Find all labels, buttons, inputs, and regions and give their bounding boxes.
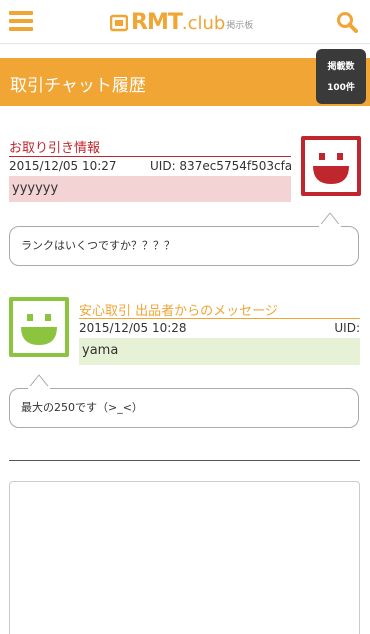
- seller-message-rule: [79, 318, 360, 319]
- app-header: RMT .club 掲示板: [0, 0, 370, 44]
- menu-icon[interactable]: [9, 11, 33, 31]
- bubble-tail-cover: [319, 224, 341, 228]
- logo-club-text: .club: [181, 13, 226, 34]
- trade-info-title: お取り引き情報: [9, 141, 101, 156]
- section-divider: [9, 460, 360, 461]
- listing-count-badge[interactable]: 掲載数 100件: [316, 49, 366, 104]
- seller-avatar: [9, 297, 69, 357]
- trade-info-uid: UID: 837ec5754f503cfa: [150, 159, 291, 173]
- chat-message-bubble: 最大の250です（>_<）: [9, 388, 359, 428]
- trade-info-rule: [9, 156, 291, 157]
- seller-username: yama: [79, 338, 360, 365]
- trade-info-username: yyyyyy: [9, 176, 291, 202]
- page-title: 取引チャット履歴: [10, 76, 146, 96]
- search-icon[interactable]: [336, 11, 358, 33]
- trade-info-date: 2015/12/05 10:27: [9, 159, 117, 173]
- seller-message-uid: UID:: [334, 321, 360, 335]
- smiley-face-icon: [21, 314, 57, 345]
- count-label: 掲載数: [327, 62, 355, 72]
- logo-subtitle: 掲示板: [226, 21, 254, 31]
- seller-message-title: 安心取引 出品者からのメッセージ: [79, 304, 278, 319]
- page-title-bar: 取引チャット履歴: [0, 58, 370, 106]
- count-value: 100件: [327, 83, 355, 93]
- buyer-avatar: [301, 136, 361, 196]
- logo-icon: [110, 14, 128, 32]
- site-logo[interactable]: RMT .club 掲示板: [110, 9, 253, 35]
- bubble-tail-cover: [28, 386, 50, 390]
- chat-message-bubble: ランクはいくつですか？？？？: [9, 226, 359, 266]
- seller-message-date: 2015/12/05 10:28: [79, 321, 187, 335]
- reply-textarea[interactable]: [9, 481, 360, 634]
- smiley-face-icon: [313, 153, 349, 184]
- logo-text: RMT: [131, 10, 183, 35]
